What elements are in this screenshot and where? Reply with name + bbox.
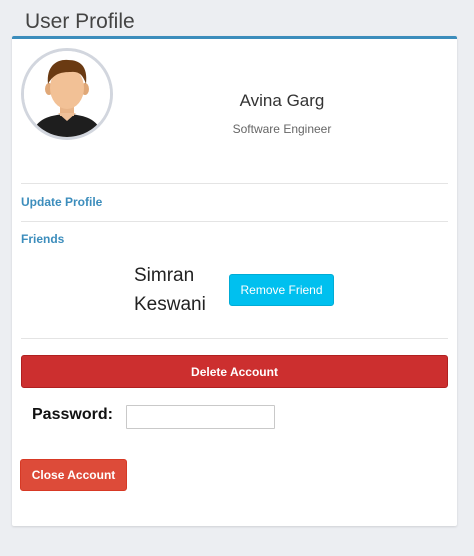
avatar (21, 48, 113, 140)
user-avatar-icon (24, 51, 110, 137)
divider (21, 338, 448, 339)
delete-account-button[interactable]: Delete Account (21, 355, 448, 388)
divider (21, 221, 448, 222)
password-field[interactable] (126, 405, 275, 429)
page-title: User Profile (25, 10, 135, 33)
profile-role: Software Engineer (232, 122, 332, 136)
profile-card: Avina Garg Software Engineer Update Prof… (12, 36, 457, 526)
update-profile-link[interactable]: Update Profile (21, 195, 102, 209)
remove-friend-button[interactable]: Remove Friend (229, 274, 334, 306)
profile-name: Avina Garg (239, 91, 325, 110)
close-account-button[interactable]: Close Account (20, 459, 127, 491)
divider (21, 183, 448, 184)
friends-link[interactable]: Friends (21, 232, 64, 246)
password-label: Password: (32, 406, 113, 423)
friend-name: Simran Keswani (134, 265, 206, 315)
